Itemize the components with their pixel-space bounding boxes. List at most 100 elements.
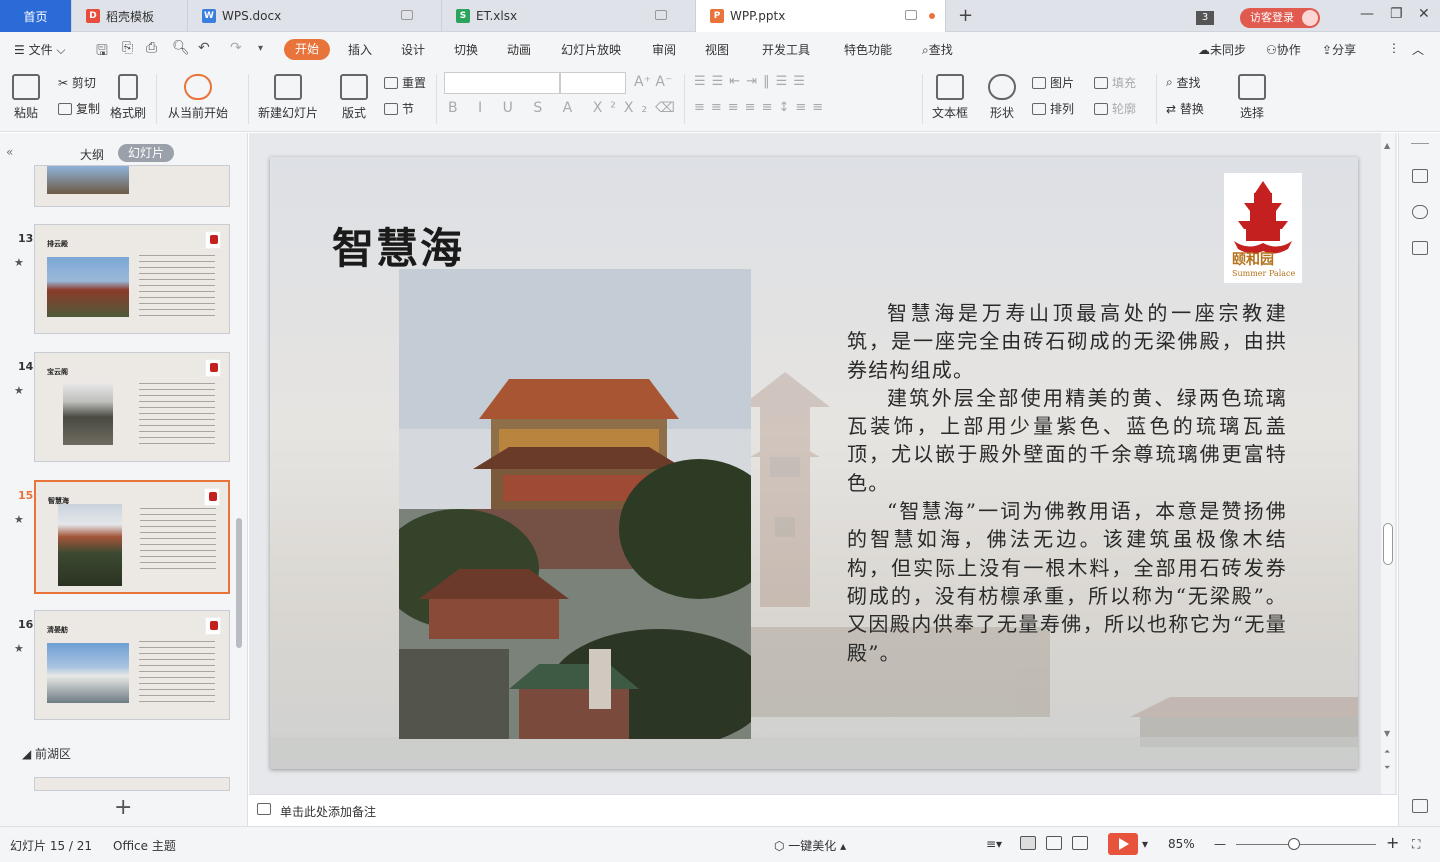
panel-scrollbar[interactable] (236, 518, 242, 648)
share-button[interactable]: ⇪分享 (1322, 41, 1356, 58)
slide-thumbnail-12[interactable] (34, 165, 230, 207)
canvas-scrollbar[interactable]: ▲ ▼ ⏶ ⏷ (1381, 133, 1395, 794)
new-slide-button[interactable]: 新建幻灯片 (258, 68, 318, 121)
copy-button[interactable]: 复制 (58, 100, 100, 117)
menu-insert[interactable]: 插入 (348, 41, 372, 58)
slide-body-text[interactable]: 智慧海是万寿山顶最高处的一座宗教建筑，是一座完全由砖石砌成的无梁佛殿，由拱券结构… (847, 299, 1287, 667)
star-icon[interactable] (1412, 205, 1428, 219)
adjust-icon[interactable] (1412, 169, 1428, 183)
play-slideshow-button[interactable] (1108, 833, 1138, 855)
zoom-level[interactable]: 85% (1168, 837, 1195, 851)
quick-access-dropdown-icon[interactable]: ▾ (258, 43, 263, 54)
slide-photo[interactable] (399, 269, 751, 739)
slide-sorter-icon[interactable] (1046, 836, 1062, 850)
format-painter-button[interactable]: 格式刷 (110, 68, 146, 121)
text-format-buttons[interactable]: B I U S A X²X₂⌫ (448, 100, 683, 116)
canvas-scroll-thumb[interactable] (1383, 523, 1393, 565)
more-options-icon[interactable]: ⋮ (1388, 41, 1400, 55)
section-header[interactable]: ◢ 前湖区 (22, 745, 71, 762)
tab-docer-templates[interactable]: D 稻壳模板 (72, 0, 188, 32)
beautify-button[interactable]: ⬡ 一键美化 ▴ (774, 837, 846, 854)
zoom-out-icon[interactable]: — (1214, 837, 1226, 851)
replace-button[interactable]: ⇄ 替换 (1166, 100, 1204, 117)
fit-window-icon[interactable]: ⛶ (1412, 837, 1420, 852)
paste-button[interactable]: 粘贴 (12, 68, 40, 121)
menu-view[interactable]: 视图 (705, 41, 729, 58)
section-button[interactable]: 节 (384, 100, 414, 117)
slide-title[interactable]: 智慧海 (332, 215, 464, 276)
collapse-ribbon-icon[interactable]: ︿ (1412, 41, 1424, 58)
scroll-up-icon[interactable]: ▲ (1384, 141, 1390, 150)
slide-thumbnail-15[interactable]: 智慧海 (34, 480, 230, 594)
layout-button[interactable]: 版式 (340, 68, 368, 121)
select-button[interactable]: 选择 (1238, 68, 1266, 121)
copy-panel-icon[interactable] (1412, 241, 1428, 255)
notes-toggle-icon[interactable]: ≡▾ (986, 837, 1002, 851)
normal-view-icon[interactable] (1020, 836, 1036, 850)
menu-animation[interactable]: 动画 (507, 41, 531, 58)
next-slide-icon[interactable]: ⏷ (1384, 763, 1390, 773)
tab-et-xlsx[interactable]: S ET.xlsx (442, 0, 696, 32)
cut-button[interactable]: ✂ 剪切 (58, 74, 96, 91)
file-menu[interactable]: ☰ 文件 ⌵ (14, 41, 66, 58)
menu-features[interactable]: 特色功能 (844, 41, 892, 58)
print-preview-icon[interactable]: 🔍︎ (172, 40, 190, 56)
outline-button[interactable]: 轮廓 (1094, 100, 1136, 117)
slide-thumbnail-17[interactable] (34, 777, 230, 791)
slide-thumbnail-16[interactable]: 清晏舫 (34, 610, 230, 720)
theme-name[interactable]: Office 主题 (113, 837, 176, 854)
menu-developer[interactable]: 开发工具 (762, 41, 810, 58)
export-icon[interactable]: ⎘ (122, 40, 133, 56)
fill-button[interactable]: 填充 (1094, 74, 1136, 91)
outline-tab[interactable]: 大纲 (80, 146, 104, 163)
minimize-icon[interactable]: — (1360, 6, 1374, 22)
collaborate-button[interactable]: ⚇协作 (1266, 41, 1301, 58)
menu-design[interactable]: 设计 (401, 41, 425, 58)
slides-tab[interactable]: 幻灯片 (118, 144, 174, 162)
shape-button[interactable]: 形状 (988, 68, 1016, 121)
font-size-buttons[interactable]: A⁺ A⁻ (634, 74, 672, 90)
menu-slideshow[interactable]: 幻灯片放映 (561, 41, 621, 58)
grid-icon[interactable] (1412, 799, 1428, 813)
close-icon[interactable]: ✕ (1418, 6, 1430, 22)
restore-icon[interactable]: ❐ (1390, 6, 1403, 22)
pin-icon[interactable] (401, 10, 413, 20)
menu-review[interactable]: 审阅 (652, 41, 676, 58)
tab-count-badge[interactable]: 3 (1196, 11, 1214, 25)
slide-thumbnail-14[interactable]: 宝云阁 (34, 352, 230, 462)
zoom-slider[interactable] (1236, 844, 1376, 845)
new-tab-button[interactable]: + (958, 5, 973, 26)
slide-thumbnail-13[interactable]: 排云殿 (34, 224, 230, 334)
print-icon[interactable]: ⎙ (146, 40, 157, 56)
menu-start[interactable]: 开始 (284, 39, 330, 60)
picture-button[interactable]: 图片 (1032, 74, 1074, 91)
save-icon[interactable]: 🖫 (96, 40, 108, 64)
from-current-button[interactable]: 从当前开始 (168, 68, 228, 121)
menu-transition[interactable]: 切换 (454, 41, 478, 58)
add-slide-button[interactable]: + (114, 795, 132, 820)
undo-icon[interactable]: ↶ (198, 40, 210, 56)
prev-slide-icon[interactable]: ⏶ (1384, 747, 1390, 757)
reading-view-icon[interactable] (1072, 836, 1088, 850)
pin-icon[interactable] (655, 10, 667, 20)
search-menu[interactable]: ⌕查找 (922, 41, 953, 58)
redo-icon[interactable]: ↷ (230, 40, 242, 56)
tab-wps-docx[interactable]: W WPS.docx (188, 0, 442, 32)
textbox-button[interactable]: 文本框 (932, 68, 968, 121)
play-options-icon[interactable]: ▾ (1142, 837, 1148, 851)
scroll-down-icon[interactable]: ▼ (1384, 729, 1390, 738)
paragraph-align-buttons[interactable]: ≡≡≡≡≡↕≡≡ (694, 100, 829, 115)
pin-icon[interactable] (905, 10, 917, 20)
arrange-button[interactable]: 排列 (1032, 100, 1074, 117)
font-name-select[interactable] (444, 72, 560, 94)
tab-home[interactable]: 首页 (0, 0, 72, 32)
sync-status[interactable]: ☁未同步 (1198, 41, 1246, 58)
reset-button[interactable]: 重置 (384, 74, 426, 91)
visitor-login-button[interactable]: 访客登录 (1240, 8, 1320, 28)
zoom-in-icon[interactable]: + (1386, 833, 1399, 852)
collapse-panel-icon[interactable]: « (6, 145, 13, 159)
notes-placeholder[interactable]: 单击此处添加备注 (280, 803, 376, 820)
zoom-slider-knob[interactable] (1288, 838, 1300, 850)
tab-wpp-pptx[interactable]: P WPP.pptx (696, 0, 946, 32)
paragraph-list-buttons[interactable]: ☰☰⇤⇥‖☰☰ (694, 74, 811, 89)
